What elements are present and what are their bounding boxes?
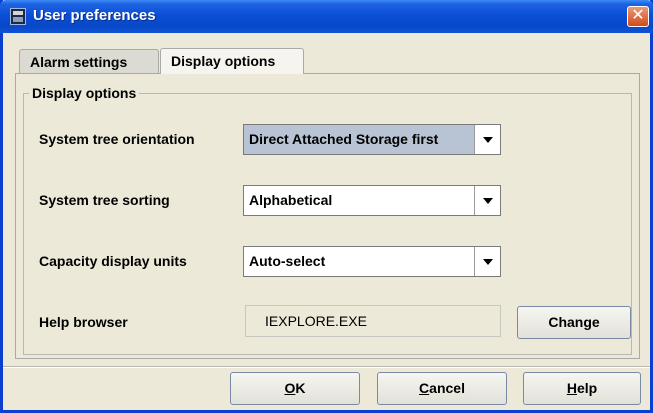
sorting-value: Alphabetical	[249, 192, 333, 208]
orientation-value: Direct Attached Storage first	[249, 131, 439, 147]
orientation-label: System tree orientation	[39, 131, 195, 147]
orientation-select[interactable]: Direct Attached Storage first	[243, 124, 501, 155]
change-button[interactable]: Change	[517, 306, 631, 339]
ok-button[interactable]: OK	[230, 372, 360, 405]
change-label: Change	[548, 314, 600, 330]
title-bar[interactable]: User preferences ✕	[0, 0, 653, 33]
cancel-mnemonic: C	[419, 380, 430, 396]
divider	[3, 366, 650, 368]
group-title: Display options	[29, 85, 140, 101]
sorting-select[interactable]: Alphabetical	[243, 185, 501, 216]
help-browser-label: Help browser	[39, 314, 128, 330]
cancel-label-rest: ancel	[429, 380, 465, 396]
chevron-down-icon[interactable]	[474, 125, 500, 154]
tab-label: Alarm settings	[30, 54, 128, 70]
units-label: Capacity display units	[39, 253, 187, 269]
ok-label-rest: K	[295, 380, 306, 396]
chevron-down-icon[interactable]	[474, 186, 500, 215]
preferences-window: User preferences ✕ Alarm settings Displa…	[0, 0, 653, 413]
help-label-rest: elp	[576, 380, 598, 396]
help-button[interactable]: Help	[523, 372, 641, 405]
chevron-down-icon[interactable]	[474, 247, 500, 276]
units-value: Auto-select	[249, 253, 326, 269]
server-icon	[10, 8, 26, 25]
close-button[interactable]: ✕	[627, 6, 649, 27]
sorting-label: System tree sorting	[39, 192, 170, 208]
window-title: User preferences	[33, 7, 156, 24]
units-select[interactable]: Auto-select	[243, 246, 501, 277]
cancel-button[interactable]: Cancel	[377, 372, 507, 405]
help-browser-value: IEXPLORE.EXE	[265, 313, 367, 329]
ok-mnemonic: O	[284, 380, 296, 396]
close-icon: ✕	[631, 7, 645, 24]
help-browser-field: IEXPLORE.EXE	[245, 305, 501, 337]
tab-alarm-settings[interactable]: Alarm settings	[19, 49, 159, 74]
tab-label: Display options	[171, 53, 276, 69]
tab-display-options[interactable]: Display options	[160, 48, 304, 74]
help-mnemonic: H	[566, 380, 577, 396]
